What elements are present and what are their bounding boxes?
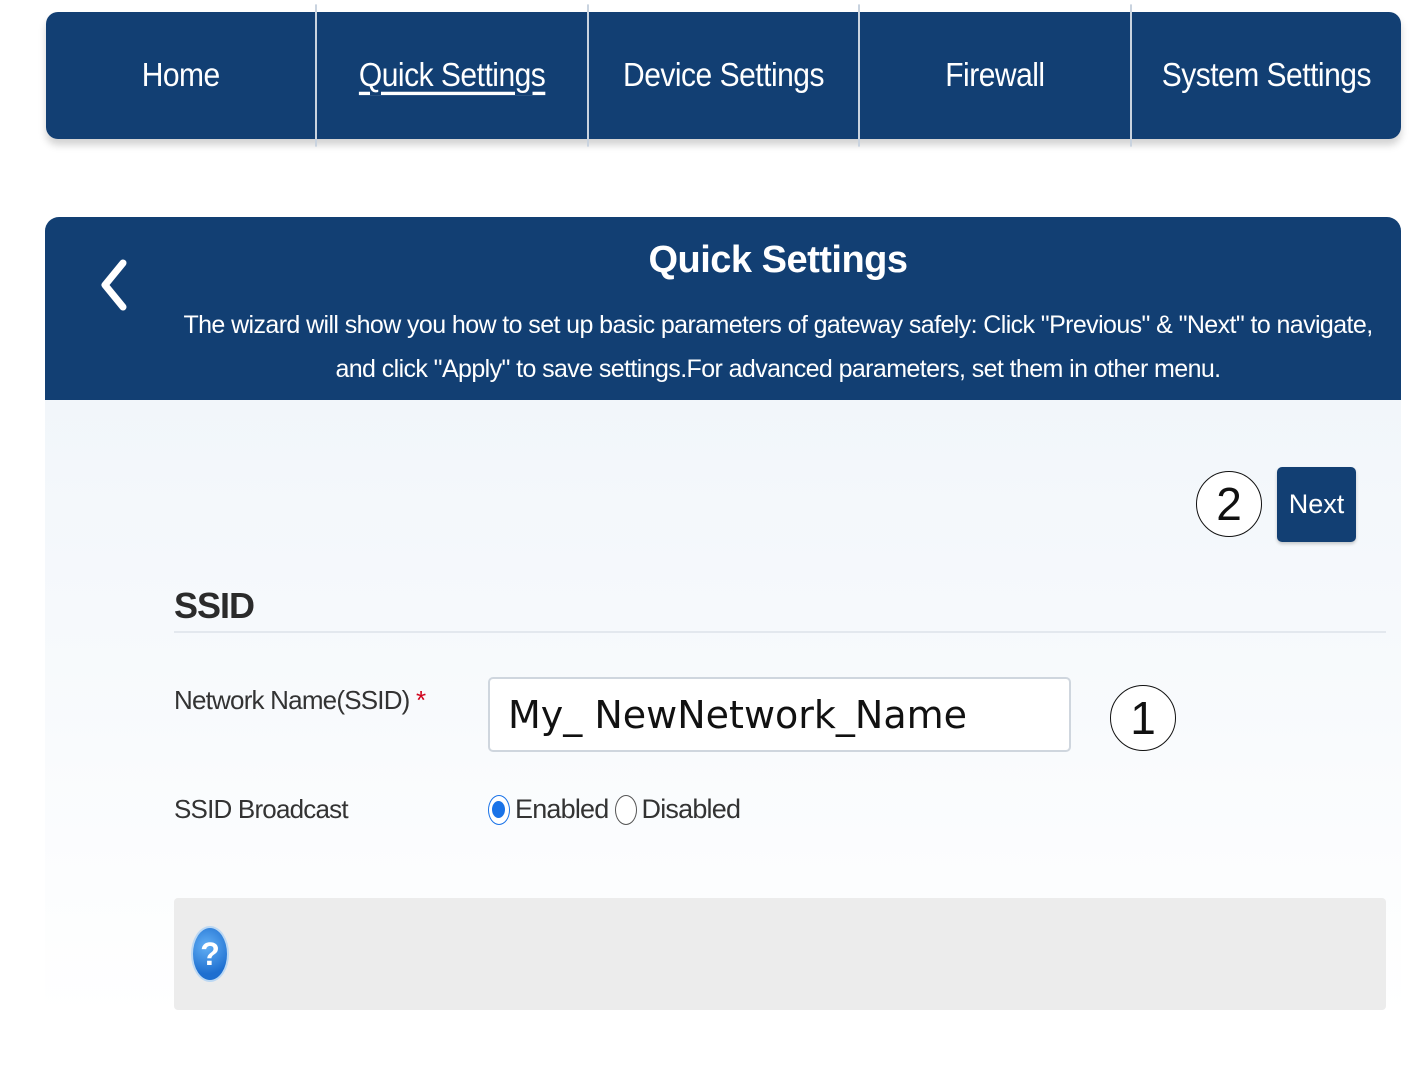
page-title: Quick Settings xyxy=(648,239,908,281)
main-nav: Home Quick Settings Device Settings Fire… xyxy=(46,4,1401,147)
network-name-label: Network Name(SSID) * xyxy=(174,685,426,716)
nav-system-settings[interactable]: System Settings xyxy=(1129,4,1401,147)
network-name-label-text: Network Name(SSID) xyxy=(174,685,410,715)
radio-disabled[interactable] xyxy=(614,794,637,825)
nav-device-settings[interactable]: Device Settings xyxy=(586,4,858,147)
help-icon[interactable]: ? xyxy=(191,926,229,982)
step-marker-2: 2 xyxy=(1196,471,1262,537)
nav-firewall[interactable]: Firewall xyxy=(858,4,1129,147)
radio-enabled-label[interactable]: Enabled xyxy=(515,794,609,825)
ssid-broadcast-options: Enabled Disabled xyxy=(488,794,741,825)
nav-home[interactable]: Home xyxy=(46,4,315,146)
ssid-broadcast-label: SSID Broadcast xyxy=(174,794,349,824)
nav-quick-settings[interactable]: Quick Settings xyxy=(315,4,586,147)
radio-enabled[interactable] xyxy=(488,794,510,825)
wizard-description: The wizard will show you how to set up b… xyxy=(183,311,1373,383)
ssid-input[interactable] xyxy=(488,677,1071,752)
ssid-section-heading: SSID xyxy=(174,585,255,626)
required-marker: * xyxy=(415,685,426,715)
radio-disabled-label[interactable]: Disabled xyxy=(642,794,741,825)
help-box: ? xyxy=(174,898,1386,1010)
next-button[interactable]: Next xyxy=(1277,467,1356,542)
step-marker-1: 1 xyxy=(1110,685,1176,751)
panel-header: Quick Settings The wizard will show you … xyxy=(45,217,1401,400)
quick-settings-panel: Quick Settings The wizard will show you … xyxy=(45,217,1401,1017)
section-divider xyxy=(174,631,1386,633)
